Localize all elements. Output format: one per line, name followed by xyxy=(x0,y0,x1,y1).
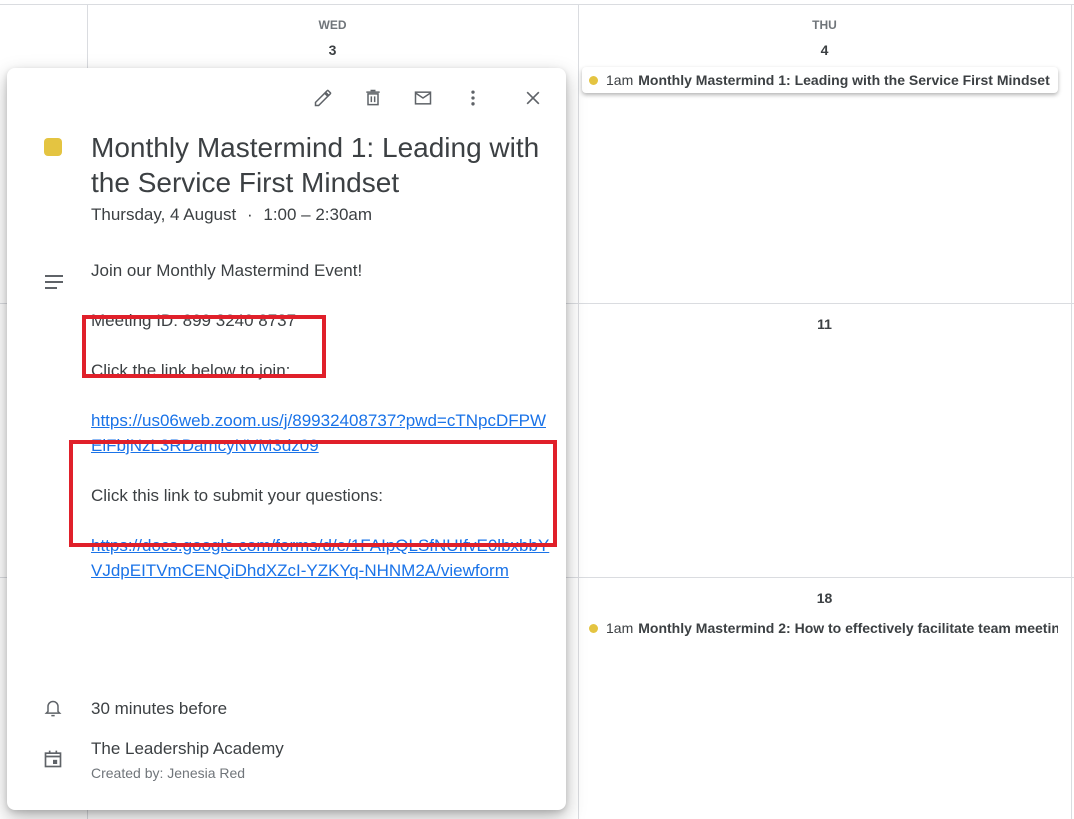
event-time: 1am xyxy=(606,72,634,88)
event-date: Thursday, 4 August xyxy=(91,205,237,224)
bell-icon xyxy=(44,700,62,717)
event-time: 1:00 – 2:30am xyxy=(263,205,373,224)
event-chip-mastermind-1[interactable]: 1am Monthly Mastermind 1: Leading with t… xyxy=(582,67,1058,93)
event-datetime: Thursday, 4 August · 1:00 – 2:30am xyxy=(91,205,372,225)
event-color-dot xyxy=(589,623,598,633)
event-description: Join our Monthly Mastermind Event! Meeti… xyxy=(91,258,551,608)
calendar-name: The Leadership Academy xyxy=(91,739,284,758)
description-icon xyxy=(45,275,63,289)
more-options-button[interactable] xyxy=(460,85,486,111)
event-title: Monthly Mastermind 1: Leading with the S… xyxy=(638,72,1050,88)
grid-line xyxy=(1071,4,1072,819)
more-vert-icon xyxy=(471,90,475,106)
close-icon xyxy=(526,91,540,105)
trash-icon xyxy=(366,89,380,106)
delete-button[interactable] xyxy=(360,85,386,111)
grid-line xyxy=(0,4,1074,5)
mail-icon xyxy=(414,91,432,105)
edit-button[interactable] xyxy=(310,85,336,111)
event-chip-mastermind-2[interactable]: 1am Monthly Mastermind 2: How to effecti… xyxy=(582,615,1058,641)
highlight-box-meeting-id xyxy=(82,315,326,378)
calendar-icon xyxy=(44,750,62,768)
day-number-11[interactable]: 11 xyxy=(578,316,1071,332)
created-by: Created by: Jenesia Red xyxy=(91,765,246,781)
description-intro: Join our Monthly Mastermind Event! xyxy=(91,261,363,280)
day-number-18[interactable]: 18 xyxy=(578,590,1071,606)
event-time: 1am xyxy=(606,620,634,636)
reminder: 30 minutes before xyxy=(91,699,228,718)
day-number-4[interactable]: 4 xyxy=(578,42,1071,58)
event-details-popup: Monthly Mastermind 1: Leading with the S… xyxy=(7,68,566,810)
day-of-week-thu: THU xyxy=(812,18,837,32)
highlight-box-join-link xyxy=(69,440,557,547)
event-color-square xyxy=(44,138,62,156)
day-number-3[interactable]: 3 xyxy=(87,42,578,58)
event-color-dot xyxy=(589,75,598,85)
separator: · xyxy=(246,205,253,224)
pencil-icon xyxy=(314,89,332,107)
event-title: Monthly Mastermind 1: Leading with the S… xyxy=(91,132,540,198)
event-title: Monthly Mastermind 2: How to effectively… xyxy=(638,620,1058,636)
grid-line xyxy=(578,4,579,819)
close-button[interactable] xyxy=(520,85,546,111)
email-guests-button[interactable] xyxy=(410,85,436,111)
day-of-week-wed: WED xyxy=(318,18,347,32)
